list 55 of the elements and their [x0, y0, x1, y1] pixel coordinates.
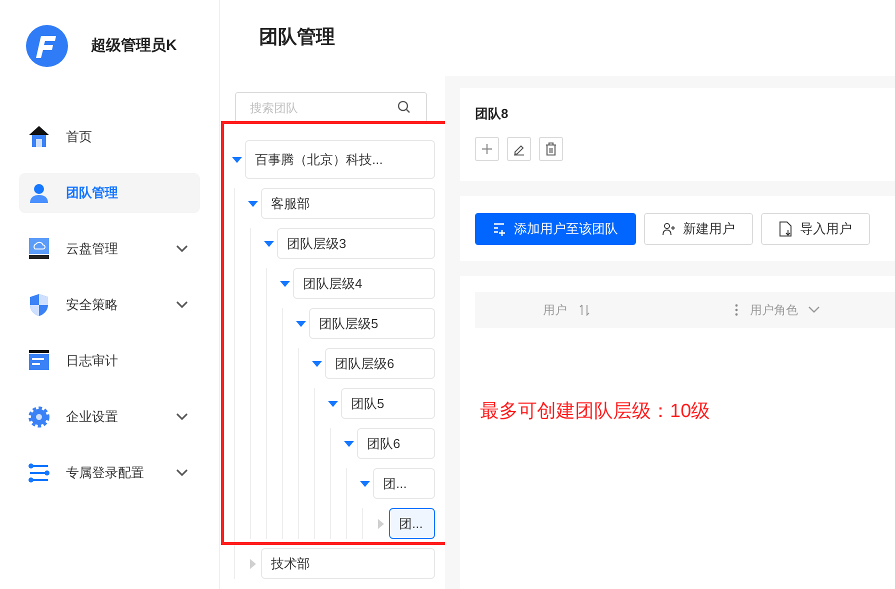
new-user-button[interactable]: 新建用户 — [644, 212, 753, 244]
add-button[interactable] — [475, 136, 499, 160]
sidebar-item[interactable]: 首页 — [19, 117, 200, 157]
caret-down-icon[interactable] — [328, 400, 338, 406]
tree-node[interactable]: 团队6 — [357, 428, 435, 459]
user-add-icon — [662, 222, 676, 236]
user-name: 超级管理员K — [91, 36, 177, 56]
caret-down-icon[interactable] — [248, 200, 258, 206]
caret-down-icon[interactable] — [264, 240, 274, 246]
add-user-to-team-button[interactable]: 添加用户至该团队 — [475, 212, 636, 244]
sidebar-item[interactable]: 日志审计 — [19, 341, 200, 381]
page-title: 团队管理 — [259, 26, 335, 50]
tree-node[interactable]: 技术部 — [261, 548, 435, 579]
team-name: 团队8 — [475, 105, 510, 123]
search-icon — [397, 100, 411, 114]
tree-node[interactable]: 团... — [373, 468, 435, 499]
search-field[interactable]: 搜索团队 — [235, 92, 427, 123]
tree-node[interactable]: 团队5 — [341, 388, 435, 419]
home-icon — [29, 126, 49, 148]
caret-down-icon[interactable] — [232, 156, 242, 162]
sliders-icon — [28, 463, 50, 483]
cloud-disk-icon — [29, 238, 49, 260]
sidebar-item[interactable]: 云盘管理 — [19, 229, 200, 269]
sidebar-item[interactable]: 企业设置 — [19, 397, 200, 437]
sidebar-item[interactable]: 安全策略 — [19, 285, 200, 325]
tree-node[interactable]: 团队层级4 — [293, 268, 435, 299]
edit-button[interactable] — [507, 136, 531, 160]
list-add-icon — [493, 222, 507, 236]
tree-node[interactable]: 百事腾（北京）科技... — [245, 140, 435, 179]
tree-node[interactable]: 团队层级6 — [325, 348, 435, 379]
caret-down-icon[interactable] — [360, 480, 370, 486]
caret-down-icon[interactable] — [312, 360, 322, 366]
sidebar-item[interactable]: 团队管理 — [19, 173, 200, 213]
gear-icon — [28, 406, 50, 428]
tree-node[interactable]: 客服部 — [261, 188, 435, 219]
sidebar-item[interactable]: 专属登录配置 — [19, 453, 200, 493]
logo-icon — [26, 25, 68, 67]
file-import-icon — [779, 220, 793, 236]
tree-node[interactable]: 团队层级3 — [277, 228, 435, 259]
user-icon — [29, 183, 49, 203]
plus-icon — [482, 144, 492, 154]
tree-node[interactable]: 团队层级5 — [309, 308, 435, 339]
trash-icon — [545, 142, 557, 156]
sort-icon[interactable] — [579, 304, 591, 316]
caret-down-icon[interactable] — [344, 440, 354, 446]
annotation-text: 最多可创建团队层级：10级 — [480, 400, 712, 424]
import-users-button[interactable]: 导入用户 — [761, 212, 870, 244]
caret-down-icon[interactable] — [280, 280, 290, 286]
delete-button[interactable] — [539, 136, 563, 160]
shield-icon — [29, 294, 49, 316]
column-resize-icon[interactable] — [735, 304, 738, 316]
caret-down-icon[interactable] — [296, 320, 306, 326]
tree-node[interactable]: 团... — [389, 508, 435, 539]
document-icon — [29, 350, 49, 372]
chevron-down-icon[interactable] — [808, 306, 820, 314]
